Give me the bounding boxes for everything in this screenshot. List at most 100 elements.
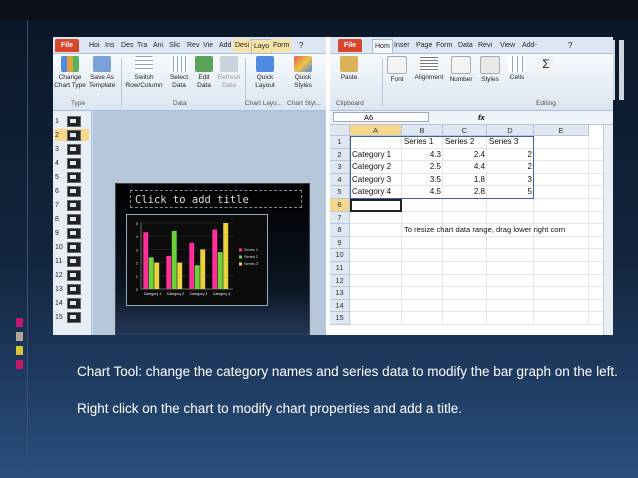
- row-header[interactable]: 5: [330, 186, 350, 199]
- slide-thumbnail[interactable]: 4: [55, 157, 89, 169]
- row-header[interactable]: 4: [330, 173, 350, 187]
- legend-label: Series 3: [244, 262, 258, 266]
- slide-thumbnail[interactable]: 11: [55, 255, 89, 267]
- quick-styles-button[interactable]: Quick Styles: [285, 56, 321, 90]
- chart-data-range[interactable]: [350, 136, 534, 199]
- slide-thumbnail[interactable]: 5: [55, 171, 89, 183]
- bar-series-2-cat-4[interactable]: [217, 252, 223, 289]
- active-cell-A6[interactable]: [350, 199, 402, 212]
- slide-thumbnail[interactable]: 6: [55, 185, 89, 197]
- bar-series-2-cat-3[interactable]: [194, 265, 200, 289]
- thumbnail-image: [67, 158, 81, 169]
- bar-series-3-cat-2[interactable]: [177, 262, 183, 289]
- help-icon[interactable]: ?: [297, 39, 305, 52]
- tab-slideshow[interactable]: Slic: [167, 39, 182, 52]
- row-header[interactable]: 13: [330, 287, 350, 300]
- row-header[interactable]: 3: [330, 161, 350, 174]
- bar-series-3-cat-1[interactable]: [154, 262, 160, 289]
- tab-view[interactable]: View: [498, 39, 517, 52]
- alignment-button[interactable]: Alignment: [412, 56, 446, 82]
- tab-data[interactable]: Data: [456, 39, 475, 52]
- column-header[interactable]: A: [350, 125, 402, 136]
- tab-file[interactable]: File: [55, 39, 80, 52]
- row-header[interactable]: 7: [330, 211, 350, 225]
- slide-thumbnail[interactable]: 15: [55, 311, 89, 323]
- row-header[interactable]: 9: [330, 236, 350, 250]
- cells-button[interactable]: Cells: [504, 56, 530, 82]
- slide-thumbnail[interactable]: 12: [55, 269, 89, 281]
- paste-button[interactable]: Paste: [332, 56, 366, 82]
- row-header[interactable]: 1: [330, 136, 350, 149]
- column-header[interactable]: E: [534, 125, 589, 136]
- tab-chart-format[interactable]: Form: [271, 39, 292, 52]
- save-template-icon: [93, 56, 111, 72]
- tab-review[interactable]: Revi: [476, 39, 494, 52]
- tab-chart-layout[interactable]: Layo: [251, 39, 273, 53]
- row-header[interactable]: 15: [330, 312, 350, 325]
- tab-transitions[interactable]: Tra: [135, 39, 149, 52]
- tab-home[interactable]: Hom: [372, 39, 393, 53]
- row-header[interactable]: 11: [330, 262, 350, 275]
- quick-layout-button[interactable]: Quick Layout: [247, 56, 283, 90]
- slide-thumbnail[interactable]: 14: [55, 297, 89, 309]
- save-as-template-button[interactable]: Save As Template: [85, 56, 119, 90]
- slide-thumbnail[interactable]: 10: [55, 241, 89, 253]
- switch-row-column-icon: [135, 56, 153, 72]
- bar-series-3-cat-3[interactable]: [200, 249, 206, 289]
- tab-review[interactable]: Rev: [185, 39, 201, 52]
- row-header[interactable]: 6: [330, 199, 350, 212]
- slide-thumbnail[interactable]: 3: [55, 143, 89, 155]
- tab-page-layout[interactable]: Page: [414, 39, 434, 52]
- column-header[interactable]: C: [443, 125, 487, 136]
- row-header[interactable]: 8: [330, 224, 350, 237]
- select-all-corner[interactable]: [330, 125, 350, 136]
- font-button[interactable]: Font: [382, 56, 412, 84]
- slide-thumbnail[interactable]: 8: [55, 213, 89, 225]
- slide[interactable]: Click to add title 0 1 2 3 4 5 Category 1 Categ…: [115, 183, 310, 335]
- styles-button[interactable]: Styles: [476, 56, 504, 84]
- refresh-data-button[interactable]: Refresh Data: [215, 56, 243, 90]
- row-header[interactable]: 2: [330, 148, 350, 162]
- column-header[interactable]: B: [402, 125, 443, 136]
- tab-view[interactable]: Vie: [201, 39, 215, 52]
- row-header[interactable]: 14: [330, 299, 350, 313]
- tab-addins[interactable]: Add: [217, 39, 233, 52]
- bar-series-1-cat-1[interactable]: [143, 232, 149, 289]
- tab-design[interactable]: Des: [119, 39, 135, 52]
- slide-thumbnail[interactable]: 1: [55, 115, 89, 127]
- bar-series-1-cat-4[interactable]: [212, 229, 218, 289]
- tab-addins[interactable]: Add-: [520, 39, 539, 52]
- name-box[interactable]: A6: [333, 112, 429, 122]
- tab-formulas[interactable]: Form: [434, 39, 454, 52]
- column-header[interactable]: D: [487, 125, 534, 136]
- edit-data-button[interactable]: Edit Data: [191, 56, 217, 90]
- tab-insert[interactable]: Ins: [103, 39, 116, 52]
- title-placeholder[interactable]: Click to add title: [130, 190, 302, 208]
- slide-thumbnail[interactable]: 13: [55, 283, 89, 295]
- tab-animations[interactable]: Ani: [151, 39, 165, 52]
- tab-home[interactable]: Hoi: [87, 39, 102, 52]
- row-header[interactable]: 10: [330, 249, 350, 262]
- vertical-scrollbar[interactable]: [603, 125, 613, 335]
- bar-series-2-cat-2[interactable]: [171, 230, 177, 289]
- bar-series-3-cat-4[interactable]: [223, 223, 229, 289]
- change-chart-type-button[interactable]: Change Chart Type: [53, 56, 87, 90]
- tab-chart-design[interactable]: Desi: [233, 39, 252, 52]
- row-header[interactable]: 12: [330, 274, 350, 288]
- slide-thumbnail[interactable]: 2: [55, 129, 89, 141]
- bar-series-1-cat-2[interactable]: [166, 256, 172, 289]
- sum-button[interactable]: Σ: [532, 56, 560, 74]
- tab-file[interactable]: File: [338, 39, 363, 52]
- number-button[interactable]: Number: [446, 56, 476, 84]
- slide-thumbnail[interactable]: 7: [55, 199, 89, 211]
- slide-thumbnail[interactable]: 9: [55, 227, 89, 239]
- bar-series-1-cat-3[interactable]: [189, 242, 195, 289]
- help-icon[interactable]: ?: [566, 39, 574, 52]
- bar-series-2-cat-1[interactable]: [148, 257, 154, 289]
- fx-icon[interactable]: fx: [478, 111, 485, 124]
- bar-chart[interactable]: 0 1 2 3 4 5 Category 1 Category 2 Category 3 Cate…: [126, 214, 268, 306]
- select-data-button[interactable]: Select Data: [165, 56, 193, 90]
- switch-row-column-button[interactable]: Switch Row/Column: [123, 56, 165, 90]
- thumbnail-image: [67, 130, 81, 141]
- tab-insert[interactable]: Inser: [392, 39, 412, 52]
